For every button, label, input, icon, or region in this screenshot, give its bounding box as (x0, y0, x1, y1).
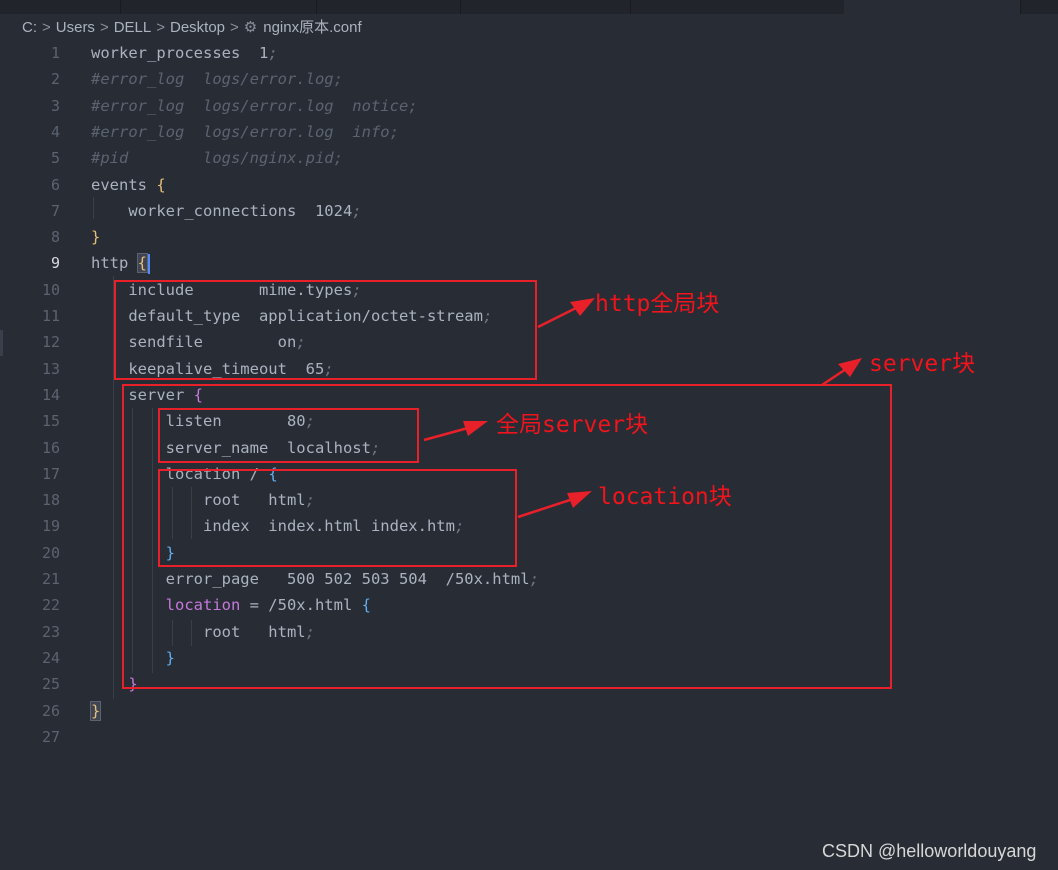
watermark: CSDN @helloworldouyang (822, 841, 1037, 861)
annotation-http-block: http全局块 (595, 291, 720, 317)
annotation-location-block: location块 (598, 484, 732, 510)
arrow-http-block (537, 305, 579, 329)
annotation-global-server-block: 全局server块 (496, 412, 649, 438)
arrow-server-block (821, 367, 847, 387)
arrow-global-server-block (423, 426, 469, 442)
arrow-location-block (517, 497, 574, 519)
annotation-server-block: server块 (869, 351, 976, 377)
